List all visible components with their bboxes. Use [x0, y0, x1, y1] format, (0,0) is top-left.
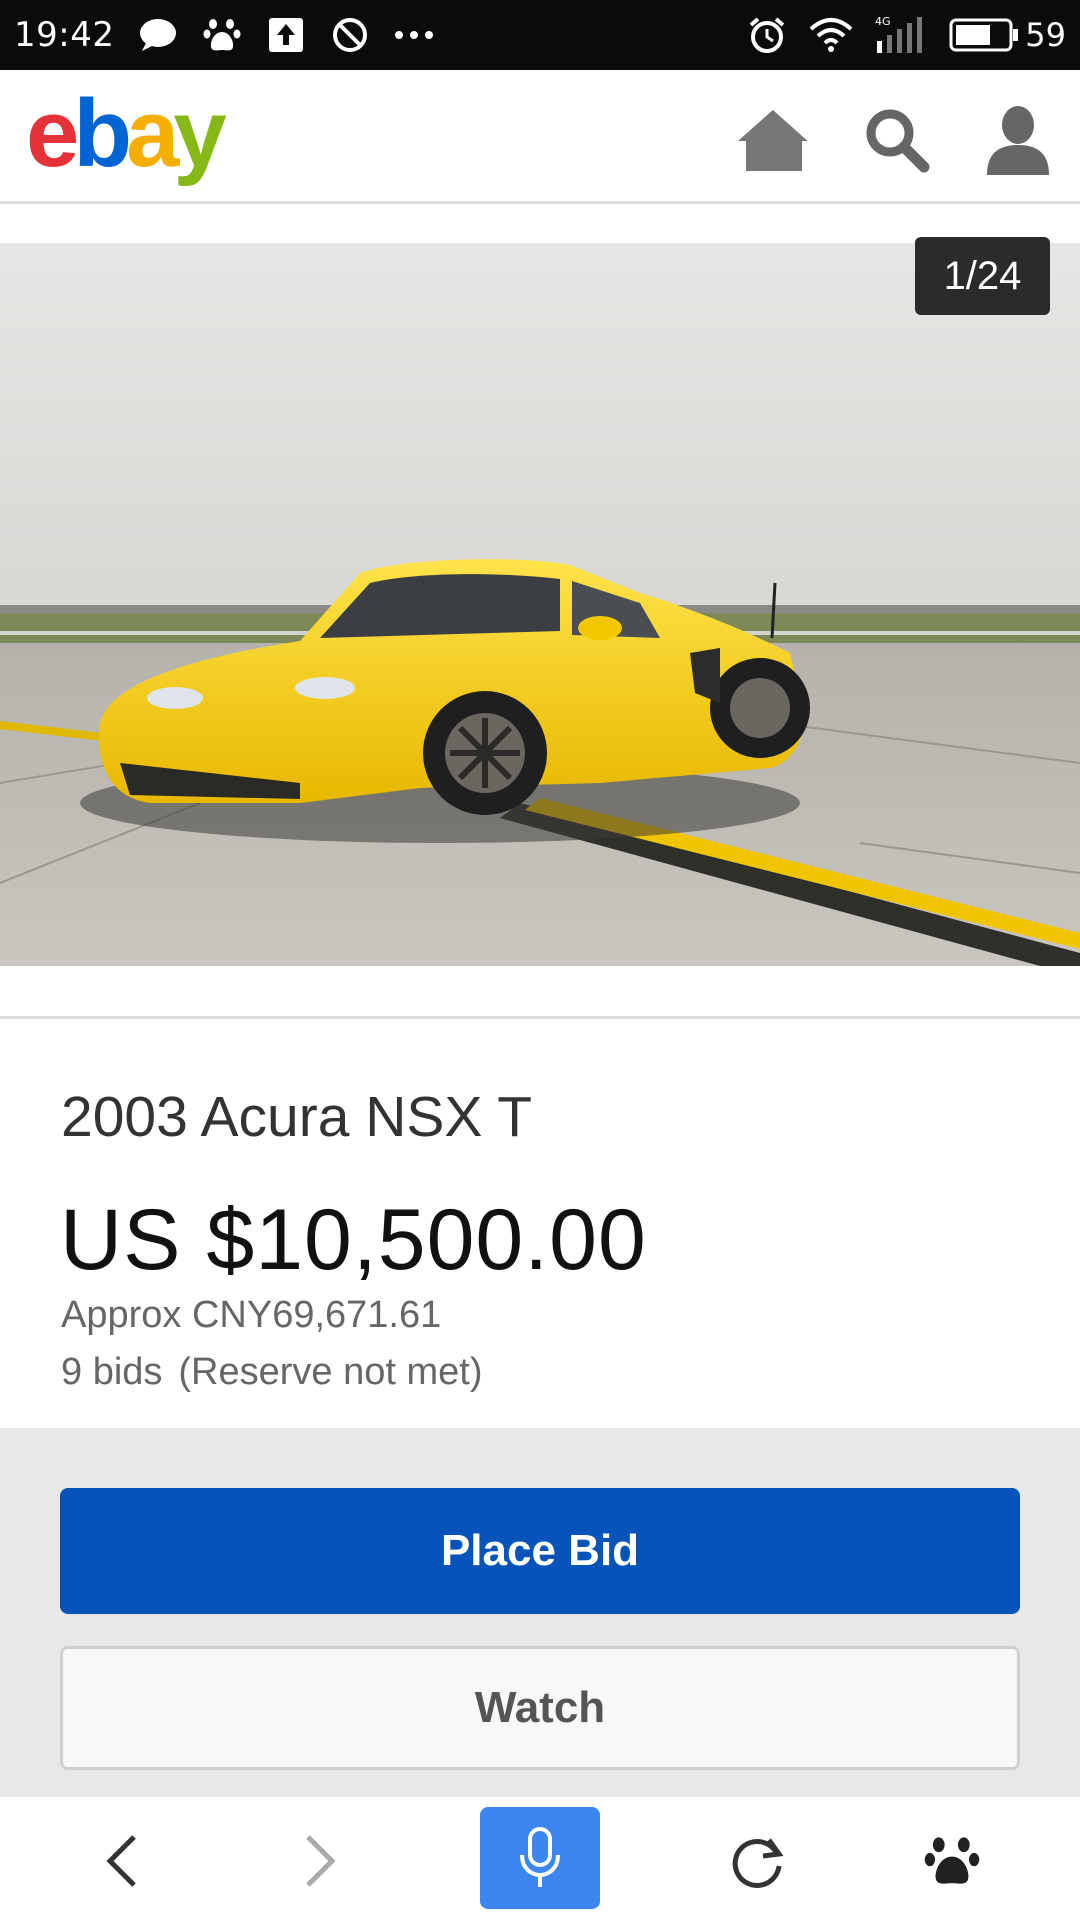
status-bar: 19:42 4G 59 [0, 0, 1080, 70]
browser-toolbar [0, 1796, 1080, 1920]
forward-icon [306, 1835, 336, 1887]
watch-button[interactable]: Watch [60, 1646, 1020, 1770]
baidu-paw-icon [924, 1837, 980, 1884]
converted-price: Approx CNY69,671.61 [61, 1294, 442, 1336]
forward-button[interactable] [270, 1811, 370, 1911]
site-header: ebay [0, 70, 1080, 204]
search-button[interactable] [857, 100, 937, 180]
message-icon [136, 13, 180, 57]
back-button[interactable] [72, 1811, 172, 1911]
voice-search-button[interactable] [480, 1807, 600, 1909]
refresh-button[interactable] [708, 1811, 808, 1911]
bid-status: 9 bids (Reserve not met) [61, 1351, 499, 1394]
action-panel: Place Bid Watch [0, 1428, 1080, 1796]
refresh-icon [732, 1838, 784, 1888]
car-photo [0, 243, 1080, 966]
ebay-logo[interactable]: ebay [26, 86, 227, 182]
network-label: 4G [875, 15, 891, 28]
home-icon [738, 107, 811, 171]
wifi-icon [809, 13, 853, 57]
account-button[interactable] [978, 100, 1058, 180]
status-time: 19:42 [14, 15, 115, 55]
item-price: US $10,500.00 [60, 1192, 647, 1288]
microphone-icon [520, 1827, 560, 1887]
signal-icon: 4G [873, 13, 929, 57]
bid-count[interactable]: 9 bids [61, 1351, 162, 1393]
logo-letter-y: y [173, 80, 226, 187]
back-icon [106, 1835, 136, 1887]
battery-icon [949, 13, 1019, 57]
baidu-button[interactable] [902, 1811, 1002, 1911]
home-button[interactable] [734, 100, 814, 180]
logo-letter-b: b [73, 80, 132, 187]
user-icon [987, 106, 1049, 175]
battery-level: 59 [1025, 16, 1066, 54]
more-dots-icon [392, 13, 436, 57]
image-divider [0, 1016, 1080, 1019]
place-bid-button[interactable]: Place Bid [60, 1488, 1020, 1614]
alarm-icon [745, 13, 789, 57]
block-icon [328, 13, 372, 57]
upload-icon [264, 13, 308, 57]
gallery-counter: 1/24 [915, 237, 1050, 315]
reserve-status: (Reserve not met) [178, 1351, 483, 1393]
baidu-paw-icon [200, 13, 244, 57]
page: 19:42 4G 59 ebay 1/24 2003 Acura NSX T U… [0, 0, 1080, 1920]
status-right-group: 4G 59 [745, 13, 1066, 57]
search-icon [866, 109, 930, 173]
logo-letter-e: e [26, 80, 79, 187]
item-image[interactable] [0, 243, 1080, 966]
item-title: 2003 Acura NSX T [61, 1085, 533, 1149]
logo-letter-a: a [126, 80, 179, 187]
